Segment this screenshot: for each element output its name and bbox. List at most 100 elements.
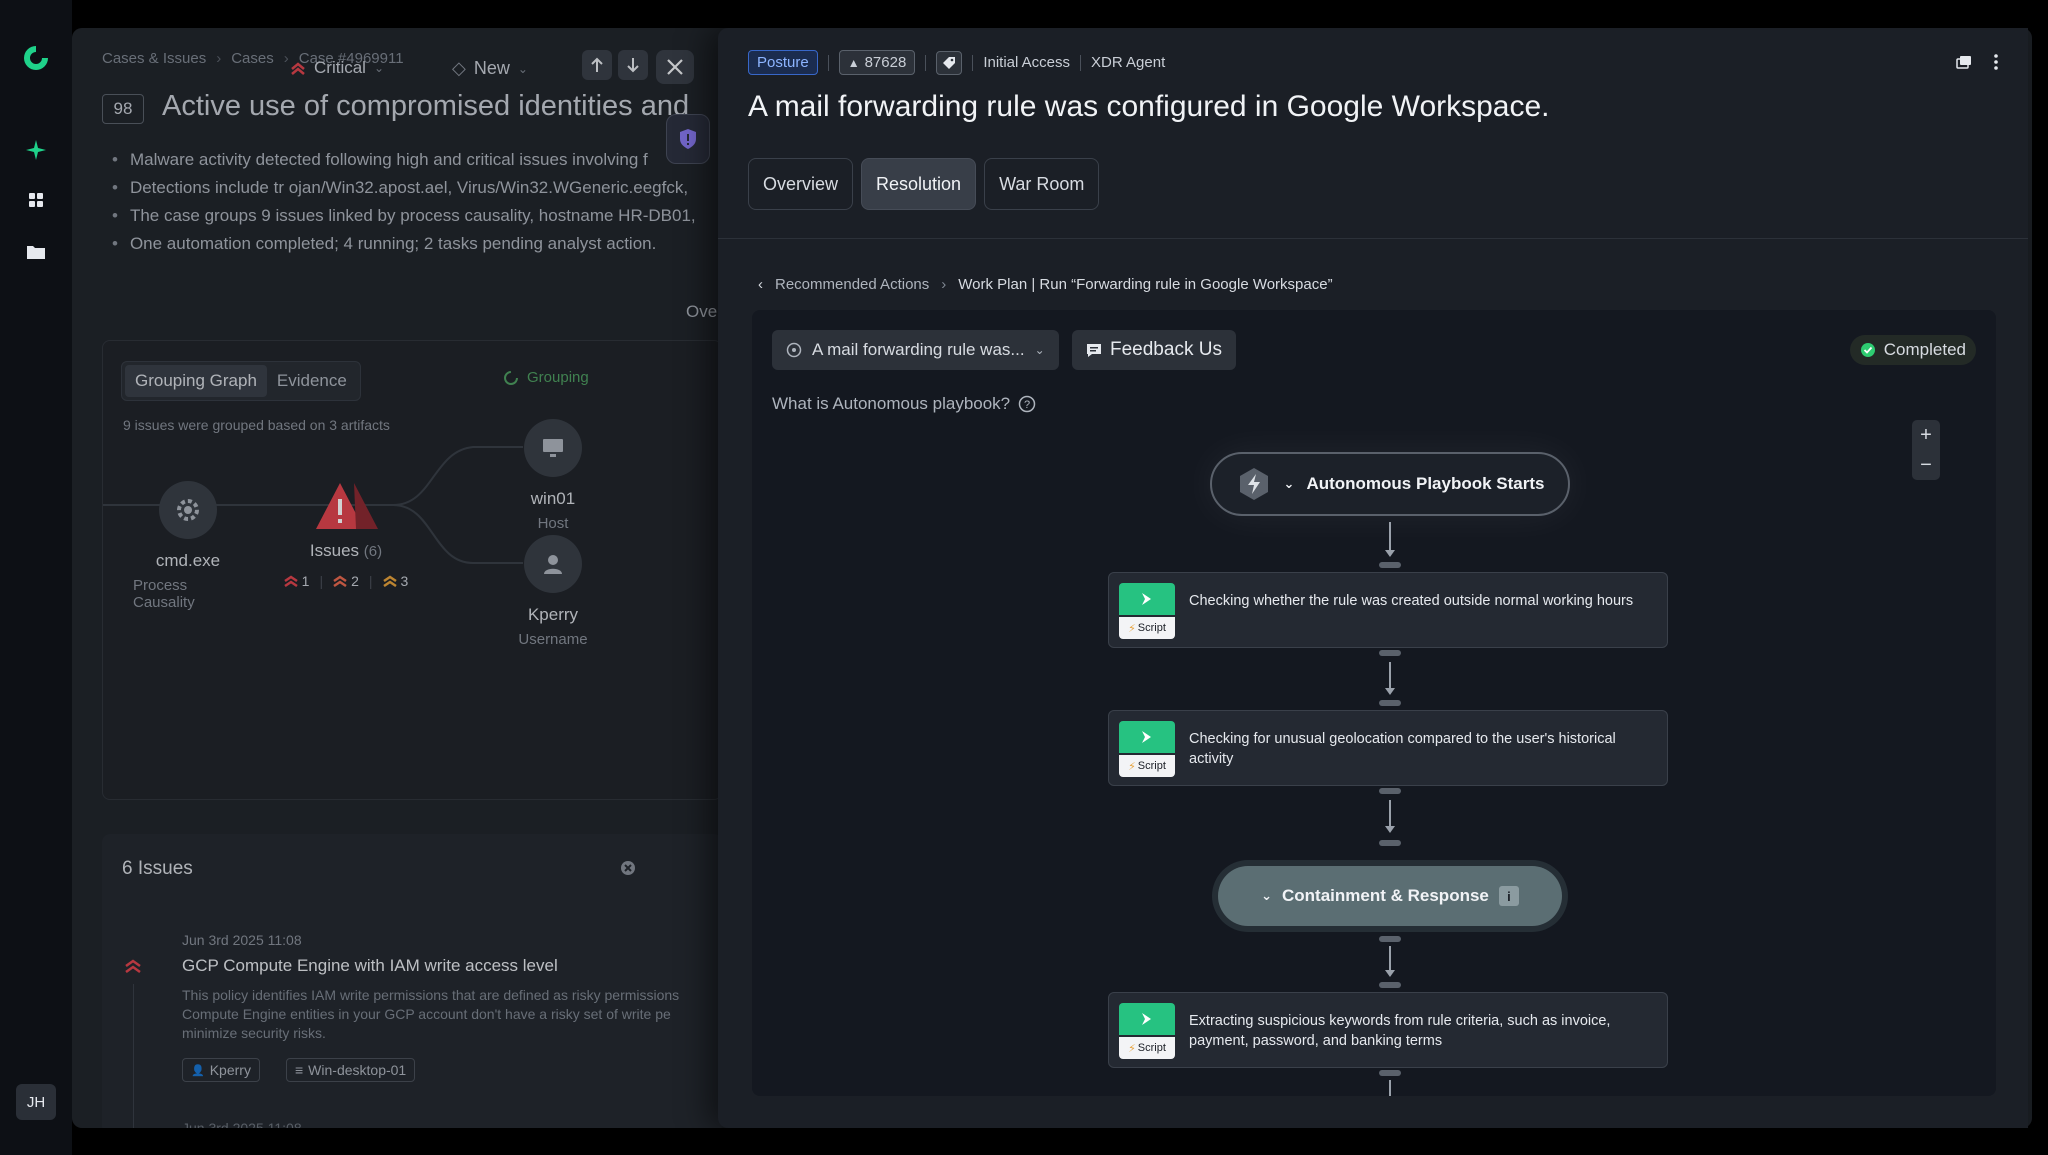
copy-icon[interactable] <box>1956 55 1972 74</box>
node-issues[interactable]: Issues (6) 1 | 2 | 3 <box>281 477 411 589</box>
chevron-left-icon[interactable]: ‹ <box>758 276 763 293</box>
connector-port <box>1379 788 1401 794</box>
check-circle-icon <box>1860 343 1875 357</box>
arrow-icon <box>1385 550 1395 557</box>
avatar[interactable]: JH <box>16 1084 56 1120</box>
resolution-drawer: Posture ▲ 87628 Initial Access XDR Agent … <box>718 28 2028 1128</box>
list-icon: ≡ <box>295 1062 304 1078</box>
connector <box>1389 946 1391 972</box>
gear-icon <box>159 481 217 539</box>
summary-item: Detections include tr ojan/Win32.apost.a… <box>112 174 696 202</box>
severity-dropdown[interactable]: Critical ⌄ <box>290 58 384 78</box>
high-count: 2 <box>333 573 359 589</box>
summary-item: One automation completed; 4 running; 2 t… <box>112 230 696 258</box>
issue-name[interactable]: GCP Compute Engine with IAM write access… <box>182 956 558 976</box>
issue-description: This policy identifies IAM write permiss… <box>182 987 680 1041</box>
arrow-down-icon[interactable] <box>618 50 648 80</box>
overview-label[interactable]: Ove <box>686 302 717 322</box>
script-icon: ⚡ Script <box>1119 583 1175 639</box>
playbook-canvas: A mail forwarding rule was... ⌄ Feedback… <box>752 310 1996 1096</box>
user-icon <box>524 535 582 593</box>
containment-group-node[interactable]: ⌄ Containment & Response i <box>1218 866 1562 926</box>
arrow-icon <box>1385 826 1395 833</box>
chevron-down-icon: ⌄ <box>1261 888 1273 903</box>
node-host[interactable]: win01 Host <box>493 419 613 532</box>
node-sub: Host <box>537 515 569 532</box>
playbook-step[interactable]: ⚡ Script Checking for unusual geolocation… <box>1108 710 1668 786</box>
drawer-actions <box>1956 54 1998 75</box>
warning-icon <box>316 483 378 529</box>
summary-item: Malware activity detected following high… <box>112 146 696 174</box>
user-icon: 👤 <box>191 1064 205 1077</box>
grid-icon[interactable] <box>20 184 52 216</box>
node-user[interactable]: Kperry Username <box>493 535 613 648</box>
playbook-start-node[interactable]: ⌄ Autonomous Playbook Starts <box>1210 452 1570 516</box>
breadcrumb-item[interactable]: Cases <box>231 50 274 67</box>
selector-label: A mail forwarding rule was... <box>812 340 1025 359</box>
issues-title: 6 Issues <box>122 858 193 879</box>
arrow-icon <box>1385 688 1395 695</box>
playbook-help[interactable]: What is Autonomous playbook? ? <box>772 394 1036 414</box>
logo-icon[interactable] <box>22 44 50 72</box>
step-text: Extracting suspicious keywords from rule… <box>1189 1013 1611 1049</box>
playbook-selector[interactable]: A mail forwarding rule was... ⌄ <box>772 330 1059 370</box>
issue-date: Jun 3rd 2025 11:08 <box>182 1120 302 1128</box>
zoom-controls: + − <box>1912 420 1940 480</box>
issue-id-badge: ▲ 87628 <box>838 50 916 75</box>
folder-icon[interactable] <box>20 236 52 268</box>
posture-badge: Posture <box>748 50 818 75</box>
user-tag[interactable]: 👤 Kperry <box>182 1058 260 1082</box>
playbook-hex-icon <box>1239 468 1268 500</box>
tab-resolution[interactable]: Resolution <box>861 158 977 210</box>
info-icon[interactable]: i <box>1498 886 1519 906</box>
chevron-down-icon: ⌄ <box>373 61 385 75</box>
breadcrumb-current: Work Plan | Run “Forwarding rule in Goog… <box>958 276 1333 293</box>
connector <box>1389 1080 1391 1096</box>
chevron-down-icon: ⌄ <box>517 61 528 76</box>
monitor-icon <box>524 419 582 477</box>
connector-port <box>1379 840 1401 846</box>
close-icon[interactable] <box>656 50 694 84</box>
connector-port <box>1379 1070 1401 1076</box>
sparkle-icon[interactable] <box>20 134 52 166</box>
script-icon: ⚡ Script <box>1119 721 1175 777</box>
status-dropdown[interactable]: ◇ New ⌄ <box>452 58 528 79</box>
nav-rail: JH <box>0 0 72 1155</box>
timeline-line <box>133 984 134 1128</box>
connector-port <box>1379 936 1401 942</box>
connector <box>1389 800 1391 828</box>
tag-icon[interactable] <box>936 50 963 75</box>
issue-date: Jun 3rd 2025 11:08 <box>182 932 302 948</box>
start-label: Autonomous Playbook Starts <box>1306 474 1545 493</box>
tab-overview[interactable]: Overview <box>748 158 854 210</box>
arrow-up-icon[interactable] <box>582 50 612 80</box>
diamond-icon: ◇ <box>452 58 466 78</box>
feedback-button[interactable]: Feedback Us <box>1072 330 1236 370</box>
severity-label: Critical <box>314 58 366 77</box>
source-label: XDR Agent <box>1091 54 1166 71</box>
breadcrumb-item[interactable]: Cases & Issues <box>102 50 206 67</box>
question-icon: ? <box>1018 395 1036 413</box>
shield-icon[interactable] <box>666 114 710 164</box>
zoom-out-icon[interactable]: − <box>1920 454 1932 477</box>
zoom-in-icon[interactable]: + <box>1920 424 1932 447</box>
connector <box>1389 522 1391 552</box>
close-circle-icon[interactable] <box>620 860 636 881</box>
tab-war-room[interactable]: War Room <box>984 158 1100 210</box>
node-process[interactable]: cmd.exe Process Causality <box>133 481 243 611</box>
more-vertical-icon[interactable] <box>1994 54 1998 75</box>
group-label: Containment & Response <box>1282 886 1489 905</box>
breadcrumb-item[interactable]: Recommended Actions <box>775 276 929 293</box>
playbook-step[interactable]: ⚡ Script Checking whether the rule was cr… <box>1108 572 1668 648</box>
connector-port <box>1379 982 1401 988</box>
host-tag[interactable]: ≡ Win-desktop-01 <box>286 1058 416 1082</box>
case-title: Active use of compromised identities and <box>162 90 690 122</box>
medium-count: 3 <box>382 573 408 589</box>
resolution-breadcrumb: ‹ Recommended Actions › Work Plan | Run … <box>758 276 1333 293</box>
case-summary: Malware activity detected following high… <box>112 146 696 258</box>
playbook-step[interactable]: ⚡ Script Extracting suspicious keywords f… <box>1108 992 1668 1068</box>
issue-title: A mail forwarding rule was configured in… <box>748 90 1550 123</box>
svg-text:?: ? <box>1024 399 1030 411</box>
divider <box>718 238 2028 239</box>
issues-card: 6 Issues Jun 3rd 2025 11:08 GCP Compute … <box>102 834 722 1128</box>
